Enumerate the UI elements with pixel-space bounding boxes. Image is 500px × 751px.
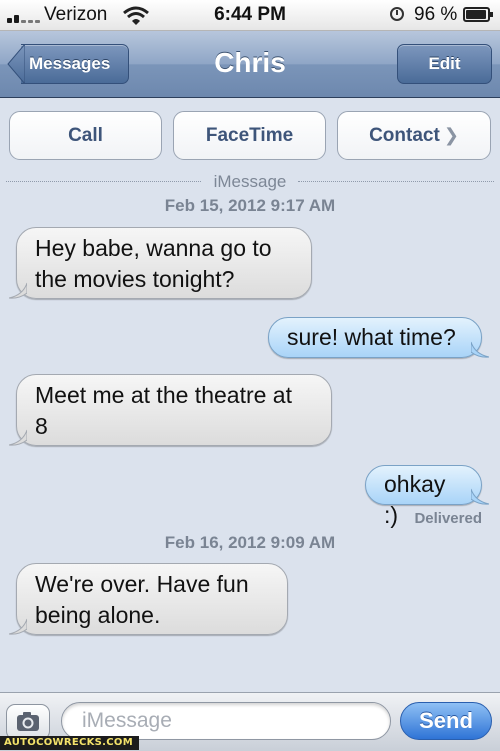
message-bubble-incoming[interactable]: We're over. Have fun being alone. <box>9 563 288 635</box>
facetime-button[interactable]: FaceTime <box>173 111 326 160</box>
chevron-right-icon: ❯ <box>443 125 459 145</box>
edit-button[interactable]: Edit <box>397 44 492 84</box>
message-line: being alone. <box>35 602 161 628</box>
rotation-lock-icon <box>390 7 404 21</box>
contact-button[interactable]: Contact ❯ <box>337 111 491 160</box>
back-arrow-icon <box>7 44 25 84</box>
timestamp: Feb 16, 2012 9:09 AM <box>164 533 336 552</box>
status-bar: Verizon 6:44 PM 96 % <box>0 0 500 31</box>
message-bubble-outgoing[interactable]: ohkay :) <box>365 465 489 528</box>
call-button[interactable]: Call <box>9 111 162 160</box>
message-line: the movies tonight? <box>35 266 235 292</box>
message-bubble-incoming[interactable]: Meet me at the theatre at 8 <box>9 374 332 446</box>
contact-button-label: Contact <box>369 125 440 146</box>
send-button[interactable]: Send <box>400 702 492 740</box>
camera-icon <box>17 712 39 731</box>
timestamp: Feb 15, 2012 9:17 AM <box>164 196 336 215</box>
imessage-input[interactable]: iMessage <box>61 702 391 740</box>
message-bubble-incoming[interactable]: Hey babe, wanna go to the movies tonight… <box>9 227 312 299</box>
camera-button[interactable] <box>6 704 50 740</box>
navigation-bar: Messages Chris Edit <box>0 31 500 98</box>
message-line: Meet me at the theatre at <box>35 382 292 408</box>
message-line: We're over. Have fun <box>35 571 249 597</box>
message-line: sure! what time? <box>287 324 456 350</box>
delivered-status: Delivered <box>414 510 482 527</box>
service-divider: iMessage <box>0 172 500 192</box>
battery-percentage: 96 % <box>414 4 458 25</box>
watermark-text: AUTOCOWRECKS.COM <box>4 737 133 748</box>
battery-icon <box>463 7 493 22</box>
message-line: 8 <box>35 413 48 439</box>
message-line: Hey babe, wanna go to <box>35 235 272 261</box>
service-label: iMessage <box>213 172 287 191</box>
battery-level-fill <box>466 10 487 19</box>
message-bubble-outgoing[interactable]: sure! what time? <box>268 317 489 358</box>
site-watermark: AUTOCOWRECKS.COM <box>0 736 139 750</box>
